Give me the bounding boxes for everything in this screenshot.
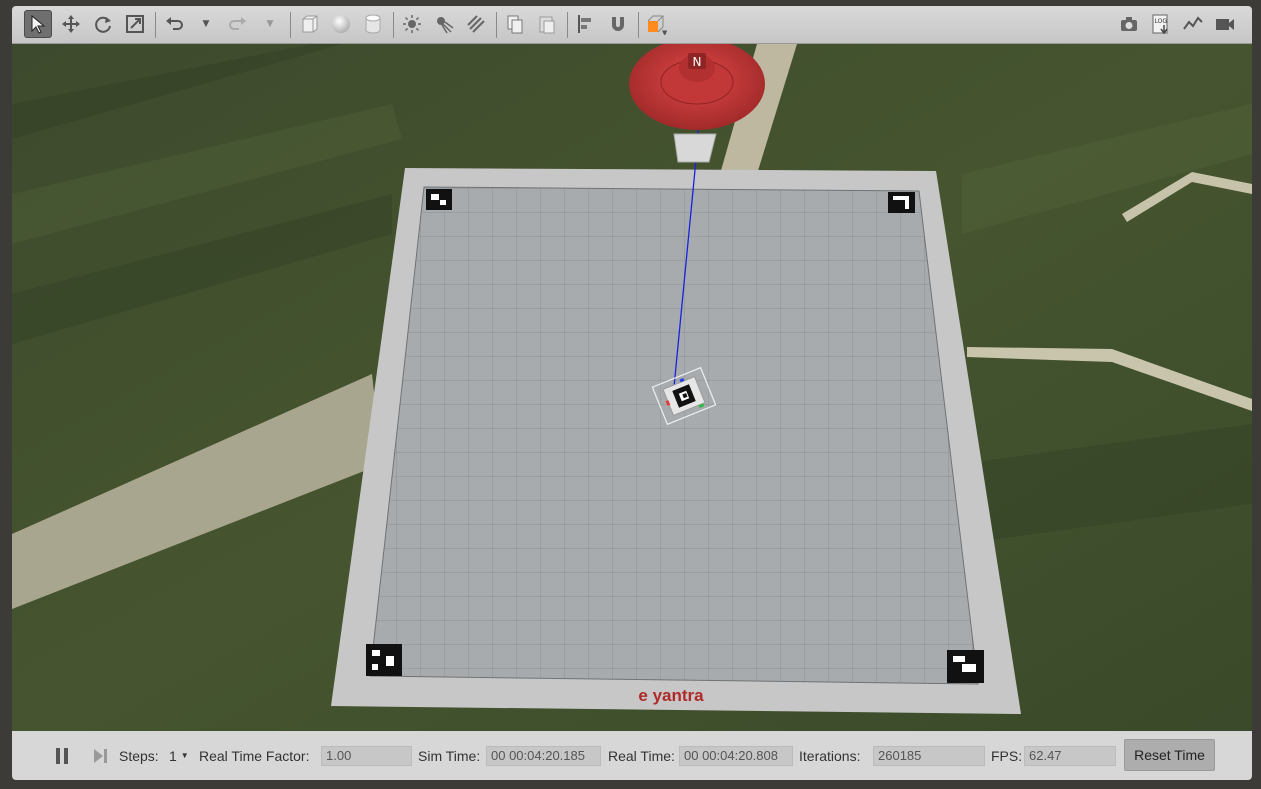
real-time-label: Real Time: (608, 747, 675, 764)
arena-board[interactable]: e yantra (331, 168, 1021, 714)
cylinder-shape-icon[interactable] (359, 10, 387, 38)
select-mode-icon[interactable] (24, 10, 52, 38)
rtf-label: Real Time Factor: (199, 747, 310, 764)
3d-viewport[interactable]: e yantra N (12, 44, 1252, 731)
aruco-marker-top-left (426, 189, 452, 210)
fps-field: 62.47 (1024, 746, 1116, 766)
translate-mode-icon[interactable] (57, 10, 85, 38)
reset-time-button[interactable]: Reset Time (1124, 739, 1215, 771)
view-angle-icon[interactable]: ▼ (642, 10, 670, 38)
rtf-field: 1.00 (321, 746, 412, 766)
paste-icon[interactable] (533, 10, 561, 38)
steps-label: Steps: (119, 747, 159, 764)
gazebo-window: ▼ ▼ ▼ LOG e yantra N Steps: 1 ▼ Real Tim… (0, 0, 1261, 789)
video-record-icon[interactable] (1211, 10, 1239, 38)
point-light-icon[interactable] (398, 10, 426, 38)
drone-marker-label: N (693, 55, 702, 69)
copy-icon[interactable] (501, 10, 529, 38)
rotate-mode-icon[interactable] (89, 10, 117, 38)
iterations-label: Iterations: (799, 747, 861, 764)
redo-dropdown-icon[interactable]: ▼ (264, 10, 276, 38)
screenshot-camera-icon[interactable] (1115, 10, 1143, 38)
snap-magnet-icon[interactable] (604, 10, 632, 38)
directional-light-icon[interactable] (462, 10, 490, 38)
sim-time-label: Sim Time: (418, 747, 481, 764)
undo-icon[interactable] (160, 10, 188, 38)
svg-text:LOG: LOG (1155, 18, 1168, 25)
plot-icon[interactable] (1179, 10, 1207, 38)
toolbar: ▼ ▼ ▼ LOG (12, 6, 1252, 44)
steps-selector[interactable]: 1 ▼ (169, 731, 189, 780)
arena-logo: e yantra (638, 686, 704, 705)
redo-icon[interactable] (224, 10, 252, 38)
undo-dropdown-icon[interactable]: ▼ (200, 10, 212, 38)
sphere-shape-icon[interactable] (327, 10, 355, 38)
spot-light-icon[interactable] (430, 10, 458, 38)
scale-mode-icon[interactable] (121, 10, 149, 38)
time-panel: Steps: 1 ▼ Real Time Factor: 1.00 Sim Ti… (12, 731, 1252, 780)
sim-time-field: 00 00:04:20.185 (486, 746, 601, 766)
fps-label: FPS: (991, 747, 1023, 764)
aruco-marker-top-right (888, 192, 915, 213)
iterations-field: 260185 (873, 746, 985, 766)
pause-button[interactable] (54, 731, 70, 780)
chevron-down-icon: ▼ (180, 751, 189, 760)
log-icon[interactable]: LOG (1147, 10, 1175, 38)
box-shape-icon[interactable] (295, 10, 323, 38)
align-icon[interactable] (572, 10, 600, 38)
real-time-field: 00 00:04:20.808 (679, 746, 793, 766)
aruco-marker-bottom-left (366, 644, 402, 676)
aruco-marker-bottom-right (947, 650, 984, 683)
steps-value: 1 (169, 747, 177, 764)
step-button[interactable] (92, 731, 110, 780)
svg-text:▼: ▼ (662, 29, 667, 35)
